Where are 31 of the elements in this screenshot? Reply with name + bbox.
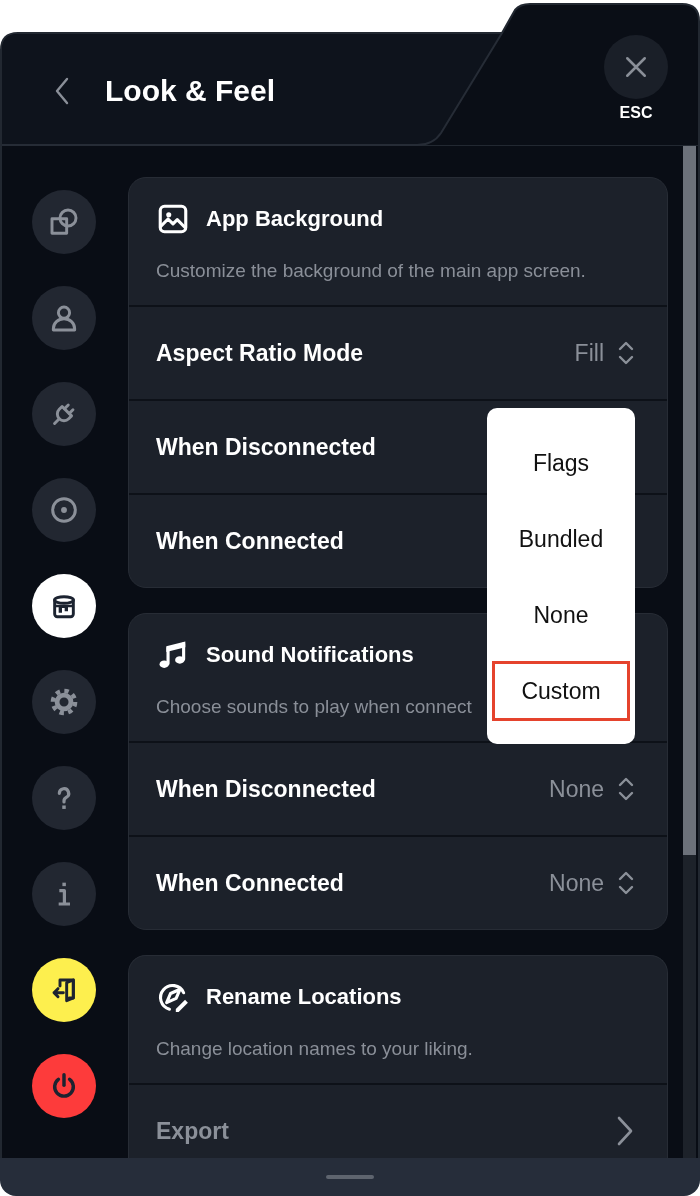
menu-option[interactable]: Bundled bbox=[492, 509, 630, 569]
section-description: Change location names to your liking. bbox=[156, 1037, 473, 1061]
updown-icon bbox=[618, 341, 634, 365]
row-label: Aspect Ratio Mode bbox=[156, 339, 364, 368]
page-title: Look & Feel bbox=[105, 73, 276, 109]
menu-option[interactable]: Custom bbox=[492, 661, 630, 721]
shapes-icon bbox=[48, 206, 80, 238]
shortcut-label: ESC bbox=[619, 103, 653, 123]
image-icon bbox=[156, 202, 190, 236]
section-description: Choose sounds to play when connect bbox=[156, 695, 472, 719]
row-label: When Disconnected bbox=[156, 433, 376, 462]
back-icon[interactable] bbox=[54, 77, 70, 105]
section-description: Customize the background of the main app screen. bbox=[156, 259, 586, 283]
ring-icon bbox=[48, 494, 80, 526]
drag-handle[interactable] bbox=[326, 1175, 374, 1179]
updown-icon bbox=[618, 777, 634, 801]
menu-option[interactable]: None bbox=[492, 585, 630, 645]
row-label: When Connected bbox=[156, 869, 344, 898]
chevron-right-icon[interactable] bbox=[616, 1116, 634, 1146]
gear-icon bbox=[48, 686, 80, 718]
section-title: Rename Locations bbox=[206, 983, 402, 1011]
scrollbar-thumb[interactable] bbox=[683, 146, 696, 855]
row-label: When Disconnected bbox=[156, 775, 376, 804]
select-button[interactable]: None bbox=[549, 774, 634, 804]
menu-option[interactable]: Flags bbox=[492, 433, 630, 493]
section-title: App Background bbox=[206, 205, 384, 233]
row-label: When Connected bbox=[156, 527, 344, 556]
section-title: Sound Notifications bbox=[206, 641, 414, 669]
updown-icon bbox=[618, 871, 634, 895]
select-button[interactable]: None bbox=[549, 868, 634, 898]
select-button[interactable]: Fill bbox=[574, 338, 634, 368]
